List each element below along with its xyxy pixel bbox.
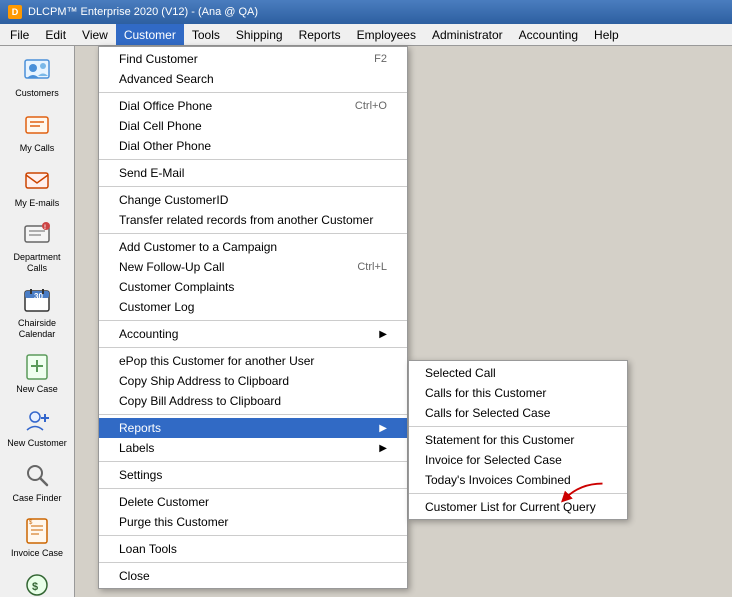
- submenu-invoice-case[interactable]: Invoice for Selected Case: [409, 450, 627, 470]
- separator-2: [99, 159, 407, 160]
- menu-bar: File Edit View Customer Tools Shipping R…: [0, 24, 732, 46]
- svg-text:$: $: [32, 581, 38, 593]
- menu-view[interactable]: View: [74, 24, 116, 45]
- new-customer-icon: [21, 404, 53, 436]
- reports-submenu: Selected Call Calls for this Customer Ca…: [408, 360, 628, 520]
- separator-9: [99, 488, 407, 489]
- menu-customer-log[interactable]: Customer Log: [99, 297, 407, 317]
- menu-settings[interactable]: Settings: [99, 465, 407, 485]
- separator-11: [99, 562, 407, 563]
- calendar-label: Chairside Calendar: [7, 318, 67, 340]
- menu-find-customer[interactable]: Find Customer F2: [99, 49, 407, 69]
- menu-epop[interactable]: ePop this Customer for another User: [99, 351, 407, 371]
- submenu-customer-list[interactable]: Customer List for Current Query: [409, 497, 627, 517]
- submenu-calls-case[interactable]: Calls for Selected Case: [409, 403, 627, 423]
- menu-complaints[interactable]: Customer Complaints: [99, 277, 407, 297]
- case-finder-label: Case Finder: [12, 493, 61, 504]
- menu-advanced-search[interactable]: Advanced Search: [99, 69, 407, 89]
- menu-reports[interactable]: Reports: [291, 24, 349, 45]
- labels-submenu-arrow: ▶: [379, 443, 387, 454]
- menu-dial-office[interactable]: Dial Office Phone Ctrl+O: [99, 96, 407, 116]
- menu-employees[interactable]: Employees: [349, 24, 424, 45]
- menu-edit[interactable]: Edit: [37, 24, 74, 45]
- separator-10: [99, 535, 407, 536]
- menu-loan-tools[interactable]: Loan Tools: [99, 539, 407, 559]
- separator-7: [99, 414, 407, 415]
- menu-accounting[interactable]: Accounting: [511, 24, 586, 45]
- menu-dial-other[interactable]: Dial Other Phone: [99, 136, 407, 156]
- menu-file[interactable]: File: [2, 24, 37, 45]
- submenu-statement[interactable]: Statement for this Customer: [409, 430, 627, 450]
- sidebar-item-receive-payment[interactable]: $ Receive Payment: [3, 565, 71, 597]
- menu-customer[interactable]: Customer: [116, 24, 184, 45]
- dept-calls-icon: !: [21, 218, 53, 250]
- menu-copy-bill[interactable]: Copy Bill Address to Clipboard: [99, 391, 407, 411]
- svg-text:!: !: [44, 225, 46, 231]
- sidebar-item-new-customer[interactable]: New Customer: [3, 400, 71, 453]
- menu-send-email[interactable]: Send E-Mail: [99, 163, 407, 183]
- menu-copy-ship[interactable]: Copy Ship Address to Clipboard: [99, 371, 407, 391]
- invoice-case-icon: $: [21, 514, 53, 546]
- customers-label: Customers: [15, 88, 59, 99]
- menu-close[interactable]: Close: [99, 566, 407, 586]
- new-case-icon: [21, 350, 53, 382]
- reports-submenu-arrow: ▶: [379, 423, 387, 434]
- sidebar-item-invoice-case[interactable]: $ Invoice Case: [3, 510, 71, 563]
- sidebar-item-my-calls[interactable]: My Calls: [3, 105, 71, 158]
- new-customer-label: New Customer: [7, 438, 67, 449]
- separator-8: [99, 461, 407, 462]
- menu-accounting[interactable]: Accounting ▶: [99, 324, 407, 344]
- separator-5: [99, 320, 407, 321]
- my-calls-label: My Calls: [20, 143, 55, 154]
- title-text: DLCPM™ Enterprise 2020 (V12) - (Ana @ QA…: [28, 6, 258, 18]
- sidebar-item-calendar[interactable]: 30 Chairside Calendar: [3, 280, 71, 344]
- my-calls-icon: [21, 109, 53, 141]
- new-case-label: New Case: [16, 384, 58, 395]
- menu-labels[interactable]: Labels ▶: [99, 438, 407, 458]
- menu-add-campaign[interactable]: Add Customer to a Campaign: [99, 237, 407, 257]
- menu-dial-cell[interactable]: Dial Cell Phone: [99, 116, 407, 136]
- customers-icon: [21, 54, 53, 86]
- menu-delete-customer[interactable]: Delete Customer: [99, 492, 407, 512]
- menu-tools[interactable]: Tools: [184, 24, 228, 45]
- calendar-icon: 30: [21, 284, 53, 316]
- accounting-submenu-arrow: ▶: [379, 329, 387, 340]
- submenu-selected-call[interactable]: Selected Call: [409, 363, 627, 383]
- menu-reports[interactable]: Reports ▶: [99, 418, 407, 438]
- app-icon: D: [8, 5, 22, 19]
- separator-6: [99, 347, 407, 348]
- receive-payment-icon: $: [21, 569, 53, 597]
- menu-help[interactable]: Help: [586, 24, 627, 45]
- sidebar-item-new-case[interactable]: New Case: [3, 346, 71, 399]
- sidebar-item-dept-calls[interactable]: ! Department Calls: [3, 214, 71, 278]
- sidebar-item-my-emails[interactable]: My E-mails: [3, 160, 71, 213]
- menu-purge-customer[interactable]: Purge this Customer: [99, 512, 407, 532]
- menu-change-id[interactable]: Change CustomerID: [99, 190, 407, 210]
- invoice-case-label: Invoice Case: [11, 548, 63, 559]
- menu-administrator[interactable]: Administrator: [424, 24, 511, 45]
- title-bar: D DLCPM™ Enterprise 2020 (V12) - (Ana @ …: [0, 0, 732, 24]
- menu-transfer-records[interactable]: Transfer related records from another Cu…: [99, 210, 407, 230]
- separator-1: [99, 92, 407, 93]
- case-finder-icon: [21, 459, 53, 491]
- submenu-todays-invoices[interactable]: Today's Invoices Combined: [409, 470, 627, 490]
- dept-calls-label: Department Calls: [7, 252, 67, 274]
- menu-shipping[interactable]: Shipping: [228, 24, 291, 45]
- sidebar-item-case-finder[interactable]: Case Finder: [3, 455, 71, 508]
- my-emails-label: My E-mails: [15, 198, 60, 209]
- sidebar-item-customers[interactable]: Customers: [3, 50, 71, 103]
- sidebar: Customers My Calls My E-mails: [0, 46, 75, 597]
- submenu-sep-2: [409, 493, 627, 494]
- separator-4: [99, 233, 407, 234]
- submenu-sep-1: [409, 426, 627, 427]
- submenu-calls-customer[interactable]: Calls for this Customer: [409, 383, 627, 403]
- menu-new-followup[interactable]: New Follow-Up Call Ctrl+L: [99, 257, 407, 277]
- my-emails-icon: [21, 164, 53, 196]
- separator-3: [99, 186, 407, 187]
- customer-dropdown-menu: Find Customer F2 Advanced Search Dial Of…: [98, 46, 408, 589]
